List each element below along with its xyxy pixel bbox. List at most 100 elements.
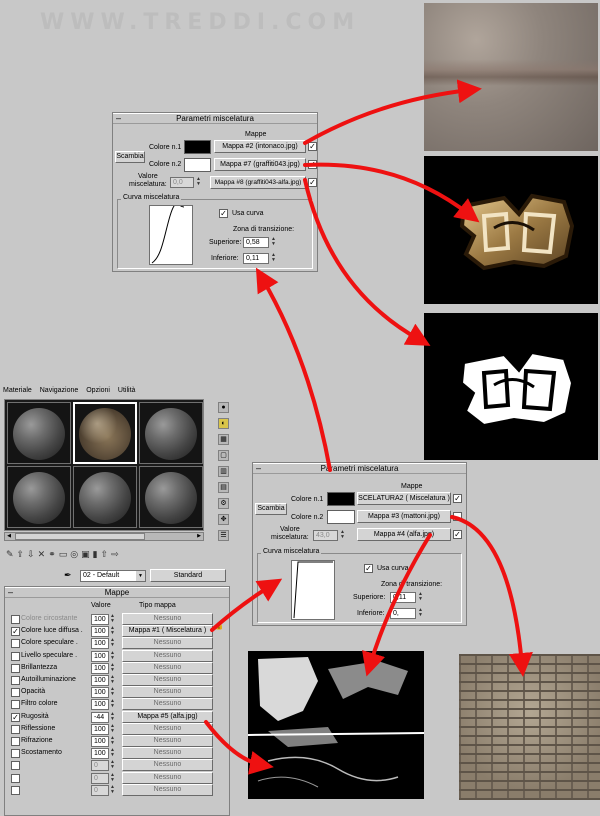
- upper-spinner[interactable]: ▲ ▼: [417, 592, 424, 603]
- map-amount-spinner[interactable]: ▲ ▼: [109, 687, 116, 698]
- material-slot-active[interactable]: [73, 402, 137, 464]
- map-enable-checkbox[interactable]: ✓: [11, 712, 20, 722]
- eyedropper-icon[interactable]: ✒: [64, 570, 72, 581]
- uv-tiling-icon[interactable]: ▢: [218, 450, 229, 461]
- go-parent-icon[interactable]: ⇧: [101, 549, 112, 559]
- map-enable-checkbox[interactable]: [11, 785, 20, 795]
- get-material-icon[interactable]: ✎: [6, 549, 17, 559]
- map-enable-checkbox[interactable]: [11, 700, 20, 710]
- map-amount-field[interactable]: 0: [91, 784, 109, 796]
- color2-map-checkbox[interactable]: ✓: [308, 160, 317, 169]
- collapse-icon[interactable]: –: [256, 463, 261, 473]
- map-enable-checkbox[interactable]: [11, 615, 20, 624]
- menu-opzioni[interactable]: Opzioni: [86, 387, 110, 394]
- sample-type-icon[interactable]: ●: [218, 402, 229, 413]
- map-enable-checkbox[interactable]: [11, 749, 20, 759]
- mix-map-button[interactable]: Mappa #8 (graffiti043-alfa.jpg): [210, 176, 306, 189]
- map-amount-field[interactable]: 100: [91, 675, 109, 686]
- slots-scrollbar[interactable]: ◀ ▶: [4, 532, 204, 541]
- map-enable-checkbox[interactable]: [11, 663, 20, 673]
- map-amount-spinner[interactable]: ▲ ▼: [109, 699, 116, 710]
- map-enable-checkbox[interactable]: [11, 737, 20, 746]
- color2-map-button[interactable]: Mappa #3 (mattoni.jpg): [357, 510, 451, 523]
- mix-map-checkbox[interactable]: ✓: [453, 530, 462, 539]
- use-curve-checkbox[interactable]: ✓: [219, 209, 228, 218]
- material-name-field[interactable]: 02 - Default ▼: [80, 570, 146, 582]
- map-enable-checkbox[interactable]: [11, 676, 20, 685]
- map-amount-field[interactable]: 100: [91, 650, 109, 662]
- menu-navigazione[interactable]: Navigazione: [40, 387, 79, 394]
- scroll-thumb[interactable]: [15, 533, 145, 540]
- map-slot-button[interactable]: Nessuno: [122, 722, 213, 735]
- delete-icon[interactable]: ✕: [38, 549, 49, 559]
- mix-map-checkbox[interactable]: ✓: [308, 178, 317, 187]
- color2-map-checkbox[interactable]: [453, 512, 462, 521]
- lower-field[interactable]: 0,: [390, 608, 416, 619]
- chevron-down-icon[interactable]: ▼: [136, 571, 145, 581]
- map-amount-field[interactable]: 100: [91, 723, 109, 735]
- map-enable-checkbox[interactable]: [11, 761, 20, 771]
- color1-map-checkbox[interactable]: ✓: [453, 494, 462, 503]
- menu-materiale[interactable]: Materiale: [3, 387, 32, 394]
- map-slot-button[interactable]: Nessuno: [122, 674, 213, 686]
- assign-material-icon[interactable]: ⇩: [27, 549, 38, 559]
- upper-field[interactable]: 0,11: [390, 592, 416, 603]
- map-slot-button[interactable]: Mappa #5 (alfa.jpg): [122, 710, 213, 723]
- map-amount-spinner[interactable]: ▲ ▼: [109, 748, 116, 759]
- map-amount-spinner[interactable]: ▲ ▼: [109, 723, 116, 735]
- map-slot-button[interactable]: Nessuno: [122, 783, 213, 796]
- color2-swatch[interactable]: [327, 510, 355, 524]
- select-by-material-icon[interactable]: ✥: [218, 514, 229, 525]
- map-amount-field[interactable]: 100: [91, 614, 109, 625]
- map-amount-spinner[interactable]: ▲ ▼: [109, 638, 116, 649]
- map-amount-field[interactable]: 100: [91, 687, 109, 699]
- swap-button[interactable]: Scambia: [255, 503, 287, 515]
- navigator-icon[interactable]: ☰: [218, 530, 229, 541]
- background-icon[interactable]: ▦: [218, 434, 229, 445]
- material-id-icon[interactable]: ◎: [70, 549, 81, 559]
- color2-map-button[interactable]: Mappa #7 (graffiti043.jpg): [214, 158, 306, 171]
- color1-map-button[interactable]: Mappa #2 (intonaco.jpg): [214, 140, 306, 153]
- map-slot-button[interactable]: Nessuno: [122, 613, 213, 625]
- scroll-right-icon[interactable]: ▶: [195, 533, 203, 540]
- map-amount-field[interactable]: 100: [91, 638, 109, 650]
- material-slot[interactable]: [139, 466, 203, 528]
- map-amount-field[interactable]: 100: [91, 662, 109, 674]
- mix-map-button[interactable]: Mappa #4 (alfa.jpg): [357, 528, 451, 541]
- map-amount-spinner[interactable]: ▲ ▼: [109, 760, 116, 771]
- map-slot-button[interactable]: Nessuno: [122, 747, 213, 760]
- map-amount-spinner[interactable]: ▲ ▼: [109, 784, 116, 796]
- map-amount-spinner[interactable]: ▲ ▼: [109, 772, 116, 784]
- color1-swatch[interactable]: [327, 492, 355, 506]
- map-amount-field[interactable]: -44: [91, 711, 109, 723]
- map-enable-checkbox[interactable]: ✓: [11, 627, 20, 637]
- map-slot-button[interactable]: Nessuno: [122, 698, 213, 711]
- material-type-button[interactable]: Standard: [150, 569, 226, 582]
- map-amount-field[interactable]: 100: [91, 626, 109, 638]
- lower-spinner[interactable]: ▲ ▼: [417, 608, 424, 619]
- map-amount-field[interactable]: 0: [91, 760, 109, 772]
- color1-map-button[interactable]: SCELATURA2 ( Miscelatura ): [357, 492, 451, 505]
- lower-spinner[interactable]: ▲ ▼: [270, 253, 277, 264]
- color1-swatch[interactable]: [184, 140, 211, 154]
- material-slot[interactable]: [139, 402, 203, 464]
- map-slot-button[interactable]: Nessuno: [122, 661, 213, 674]
- map-enable-checkbox[interactable]: [11, 773, 20, 783]
- go-sibling-icon[interactable]: ⇨: [111, 549, 122, 559]
- rollout-header[interactable]: – Parametri miscelatura: [113, 113, 317, 124]
- show-map-icon[interactable]: ▣: [81, 549, 93, 559]
- map-amount-spinner[interactable]: ▲ ▼: [109, 736, 116, 747]
- color1-map-checkbox[interactable]: ✓: [308, 142, 317, 151]
- map-amount-spinner[interactable]: ▲ ▼: [109, 650, 116, 662]
- map-enable-checkbox[interactable]: [11, 724, 20, 734]
- mix-amount-spinner[interactable]: ▲ ▼: [195, 177, 202, 188]
- map-slot-button[interactable]: Mappa #1 ( Miscelatura ): [122, 625, 213, 638]
- scroll-left-icon[interactable]: ◀: [5, 533, 13, 540]
- rollout-header[interactable]: – Parametri miscelatura: [253, 463, 466, 474]
- map-slot-button[interactable]: Nessuno: [122, 637, 213, 650]
- mix-amount-field[interactable]: 0,0: [170, 177, 194, 188]
- map-amount-spinner[interactable]: ▲ ▼: [109, 711, 116, 723]
- collapse-icon[interactable]: –: [8, 587, 13, 597]
- mix-amount-spinner[interactable]: ▲ ▼: [339, 530, 346, 541]
- options-icon[interactable]: ⚙: [218, 498, 229, 509]
